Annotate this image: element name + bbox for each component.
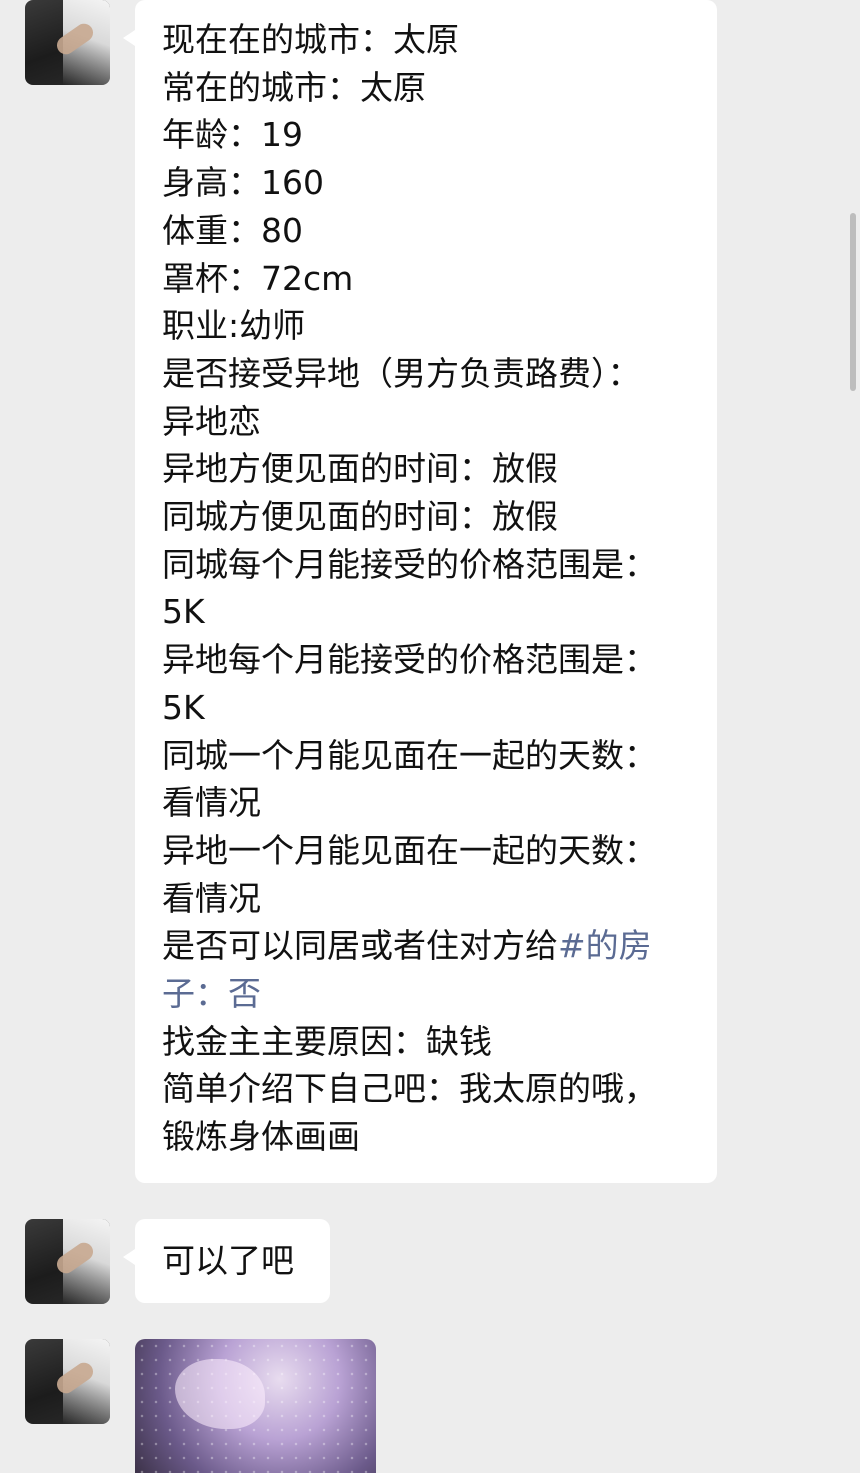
- message-text: 现在在的城市：太原 常在的城市：太原 年龄：19 身高：160 体重：80 罩杯…: [135, 0, 717, 1177]
- message-bubble-profile[interactable]: 现在在的城市：太原 常在的城市：太原 年龄：19 身高：160 体重：80 罩杯…: [123, 0, 717, 1183]
- message-line: 年龄：19: [162, 115, 303, 155]
- message-line: 看情况: [162, 783, 261, 823]
- message-line: 异地每个月能接受的价格范围是：: [162, 640, 657, 680]
- message-line: 职业:幼师: [162, 306, 306, 346]
- message-line: 是否接受异地（男方负责路费）：: [162, 353, 641, 393]
- message-line: 同城一个月能见面在一起的天数：: [162, 735, 657, 775]
- message-line: 现在在的城市：太原: [162, 20, 459, 59]
- message-line: 同城每个月能接受的价格范围是：: [162, 544, 657, 584]
- sender-avatar[interactable]: [25, 0, 110, 85]
- message-line: 5K: [162, 687, 205, 727]
- message-line: 看情况: [162, 878, 261, 918]
- message-line: 异地一个月能见面在一起的天数：: [162, 830, 657, 870]
- message-line: 5K: [162, 592, 205, 632]
- message-line: 简单介绍下自己吧：我太原的哦，: [162, 1069, 657, 1109]
- message-line: 异地恋: [162, 401, 261, 441]
- sender-avatar[interactable]: [25, 1339, 110, 1424]
- hashtag-link-continued[interactable]: 子：否: [162, 970, 690, 1018]
- message-bubble-reply[interactable]: 可以了吧: [123, 1219, 330, 1303]
- hashtag-link[interactable]: #的房: [558, 926, 652, 965]
- scrollbar-thumb[interactable]: [850, 213, 856, 391]
- message-line: 罩杯：72cm: [162, 258, 354, 298]
- message-line: 身高：160: [162, 163, 324, 203]
- message-text: 可以了吧: [135, 1219, 330, 1303]
- message-line: 找金主主要原因：缺钱: [162, 1021, 492, 1061]
- message-line-cohabit: 是否可以同居或者住对方给#的房: [162, 922, 690, 970]
- message-line: 可以了吧: [162, 1241, 294, 1280]
- message-line: 常在的城市：太原: [162, 67, 426, 107]
- message-line: 同城方便见面的时间：放假: [162, 497, 558, 537]
- message-line: 异地方便见面的时间：放假: [162, 449, 558, 489]
- image-message[interactable]: [135, 1339, 376, 1473]
- message-line: 体重：80: [162, 210, 303, 250]
- cohabit-text: 是否可以同居或者住对方给: [162, 926, 558, 966]
- message-line: 锻炼身体画画: [162, 1117, 360, 1157]
- sender-avatar[interactable]: [25, 1219, 110, 1304]
